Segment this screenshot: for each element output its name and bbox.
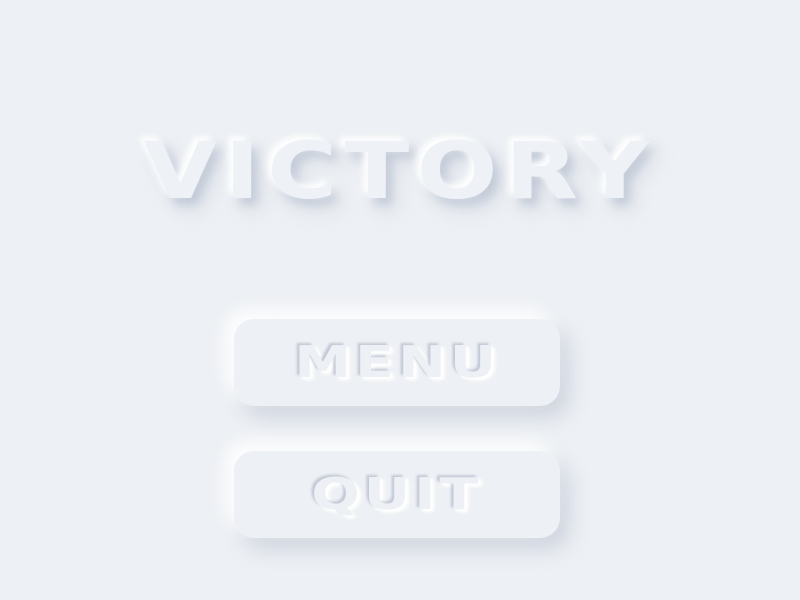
quit-button-label: QUIT	[311, 468, 483, 520]
menu-button[interactable]: MENU	[234, 319, 560, 406]
victory-screen: VICTORY MENU QUIT	[0, 0, 800, 600]
menu-button-label: MENU	[294, 336, 500, 388]
quit-button[interactable]: QUIT	[234, 451, 560, 538]
victory-title: VICTORY	[143, 127, 657, 217]
